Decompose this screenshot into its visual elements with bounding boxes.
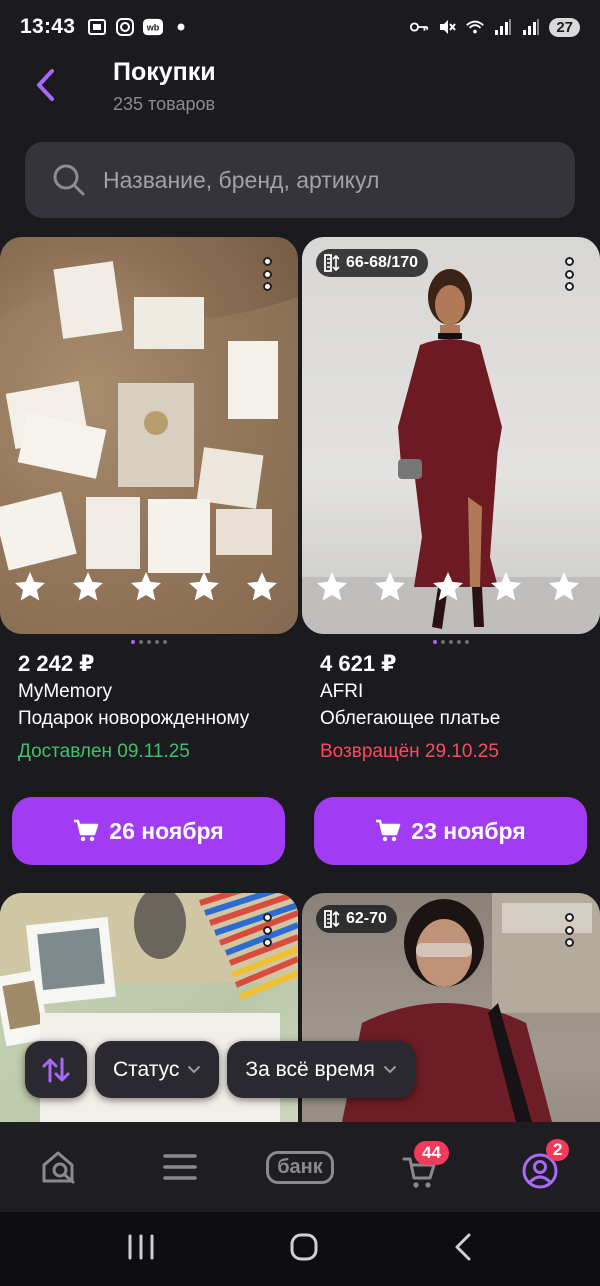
profile-badge: 2	[546, 1139, 570, 1161]
status-time: 13:43	[20, 15, 76, 38]
product-card[interactable]: 2 242 ₽ MyMemory Подарок новорожденному …	[0, 237, 298, 867]
status-bar: 13:43 wb 27	[0, 0, 600, 54]
ruler-icon	[324, 254, 340, 272]
chevron-down-icon	[188, 1065, 201, 1073]
star-icon[interactable]	[12, 569, 48, 605]
rating-stars[interactable]	[314, 569, 582, 605]
product-name: Облегающее платье	[320, 708, 501, 729]
star-icon[interactable]	[546, 569, 582, 605]
more-options-button[interactable]	[562, 257, 576, 291]
cart-icon	[376, 819, 401, 842]
sort-button[interactable]	[25, 1041, 87, 1098]
signal-icon	[521, 17, 541, 37]
home-circle-icon	[290, 1233, 318, 1260]
ruler-icon	[324, 910, 340, 928]
status-filter[interactable]: Статус	[95, 1041, 220, 1098]
home-button[interactable]	[289, 1232, 319, 1267]
image-pager-dots	[302, 640, 600, 644]
recent-apps-button[interactable]	[126, 1233, 156, 1266]
add-to-cart-button[interactable]: 23 ноября	[314, 797, 587, 865]
instagram-icon	[115, 17, 135, 37]
mute-icon	[437, 17, 457, 37]
order-status: Возвращён 29.10.25	[320, 741, 499, 762]
order-status: Доставлен 09.11.25	[18, 741, 190, 762]
product-name: Подарок новорожденному	[18, 708, 250, 729]
product-image[interactable]: 66-68/170	[302, 237, 600, 634]
size-label: 62-70	[346, 910, 387, 927]
more-options-button[interactable]	[562, 913, 576, 947]
search-input[interactable]	[103, 166, 523, 194]
status-filter-label: Статус	[113, 1057, 180, 1081]
more-options-button[interactable]	[260, 913, 274, 947]
star-icon[interactable]	[70, 569, 106, 605]
chevron-left-icon	[37, 69, 54, 101]
dot-icon	[171, 17, 191, 37]
sort-icon	[42, 1057, 70, 1082]
nav-bank[interactable]: банк	[260, 1137, 340, 1197]
more-options-button[interactable]	[260, 257, 274, 291]
delivery-date: 23 ноября	[411, 817, 526, 844]
size-label: 66-68/170	[346, 254, 419, 271]
cart-icon	[74, 819, 99, 842]
nav-cart[interactable]: 44	[380, 1137, 460, 1197]
bottom-navigation: банк 44 2	[0, 1122, 600, 1212]
star-icon[interactable]	[244, 569, 280, 605]
add-to-cart-button[interactable]: 26 ноября	[12, 797, 285, 865]
search-icon	[53, 164, 85, 196]
star-icon[interactable]	[314, 569, 350, 605]
page-title: Покупки	[113, 58, 216, 86]
system-navigation	[0, 1212, 600, 1286]
star-icon[interactable]	[430, 569, 466, 605]
product-card[interactable]: 66-68/170 4 621 ₽ AFRI Облегающее платье…	[302, 237, 600, 867]
nav-profile[interactable]: 2	[500, 1137, 580, 1197]
period-filter[interactable]: За всё время	[227, 1041, 415, 1098]
items-count: 235 товаров	[113, 94, 216, 114]
image-pager-dots	[0, 640, 298, 644]
nav-catalog[interactable]	[140, 1137, 220, 1197]
size-badge: 62-70	[316, 905, 397, 933]
product-price: 4 621 ₽	[320, 651, 397, 676]
size-badge: 66-68/170	[316, 249, 429, 277]
star-icon[interactable]	[128, 569, 164, 605]
back-system-button[interactable]	[452, 1232, 474, 1267]
period-filter-label: За всё время	[245, 1057, 375, 1081]
star-icon[interactable]	[372, 569, 408, 605]
product-brand: AFRI	[320, 681, 364, 702]
recent-apps-icon	[128, 1234, 154, 1259]
product-brand: MyMemory	[18, 681, 112, 702]
cart-badge: 44	[414, 1141, 449, 1165]
screenshot-icon	[87, 17, 107, 37]
rating-stars[interactable]	[12, 569, 280, 605]
back-button[interactable]	[28, 66, 62, 104]
search-bar[interactable]	[25, 142, 575, 218]
star-icon[interactable]	[186, 569, 222, 605]
menu-icon	[163, 1154, 197, 1180]
star-icon[interactable]	[488, 569, 524, 605]
product-price: 2 242 ₽	[18, 651, 95, 676]
page-header: Покупки 235 товаров	[0, 54, 600, 124]
filter-bar: Статус За всё время	[25, 1041, 415, 1098]
wifi-icon	[465, 17, 485, 37]
signal-icon	[493, 17, 513, 37]
home-search-icon	[42, 1151, 75, 1184]
delivery-date: 26 ноября	[109, 817, 224, 844]
chevron-down-icon	[383, 1065, 396, 1073]
bank-label: банк	[266, 1150, 334, 1184]
back-icon	[455, 1233, 471, 1260]
svg-text:wb: wb	[146, 23, 160, 33]
wb-icon: wb	[143, 17, 164, 37]
battery-level: 27	[549, 17, 580, 37]
product-image[interactable]	[0, 237, 298, 634]
nav-home[interactable]	[20, 1137, 100, 1197]
key-icon	[409, 17, 429, 37]
